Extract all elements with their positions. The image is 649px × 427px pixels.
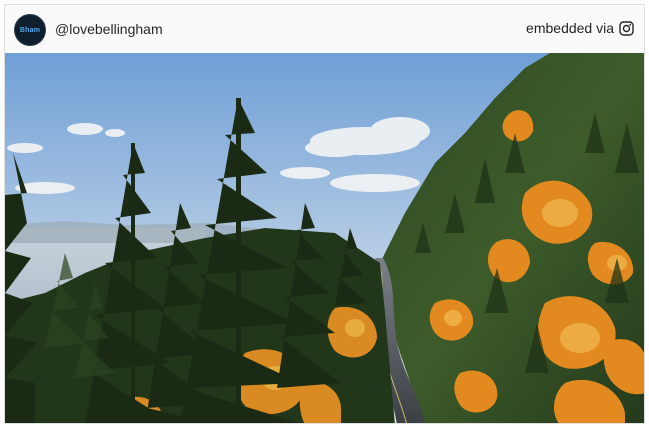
avatar-text: Bham — [19, 26, 41, 34]
forest-road-photo — [5, 53, 644, 423]
embed-header: Bham @lovebellingham embedded via — [5, 5, 644, 53]
avatar[interactable]: Bham — [14, 14, 46, 46]
instagram-icon — [619, 20, 634, 36]
instagram-embed-card: Bham @lovebellingham embedded via — [4, 4, 645, 424]
username-link[interactable]: @lovebellingham — [55, 21, 163, 37]
post-photo[interactable] — [5, 53, 644, 423]
embedded-via-link[interactable]: embedded via — [526, 20, 634, 36]
embedded-via-label: embedded via — [526, 20, 614, 36]
